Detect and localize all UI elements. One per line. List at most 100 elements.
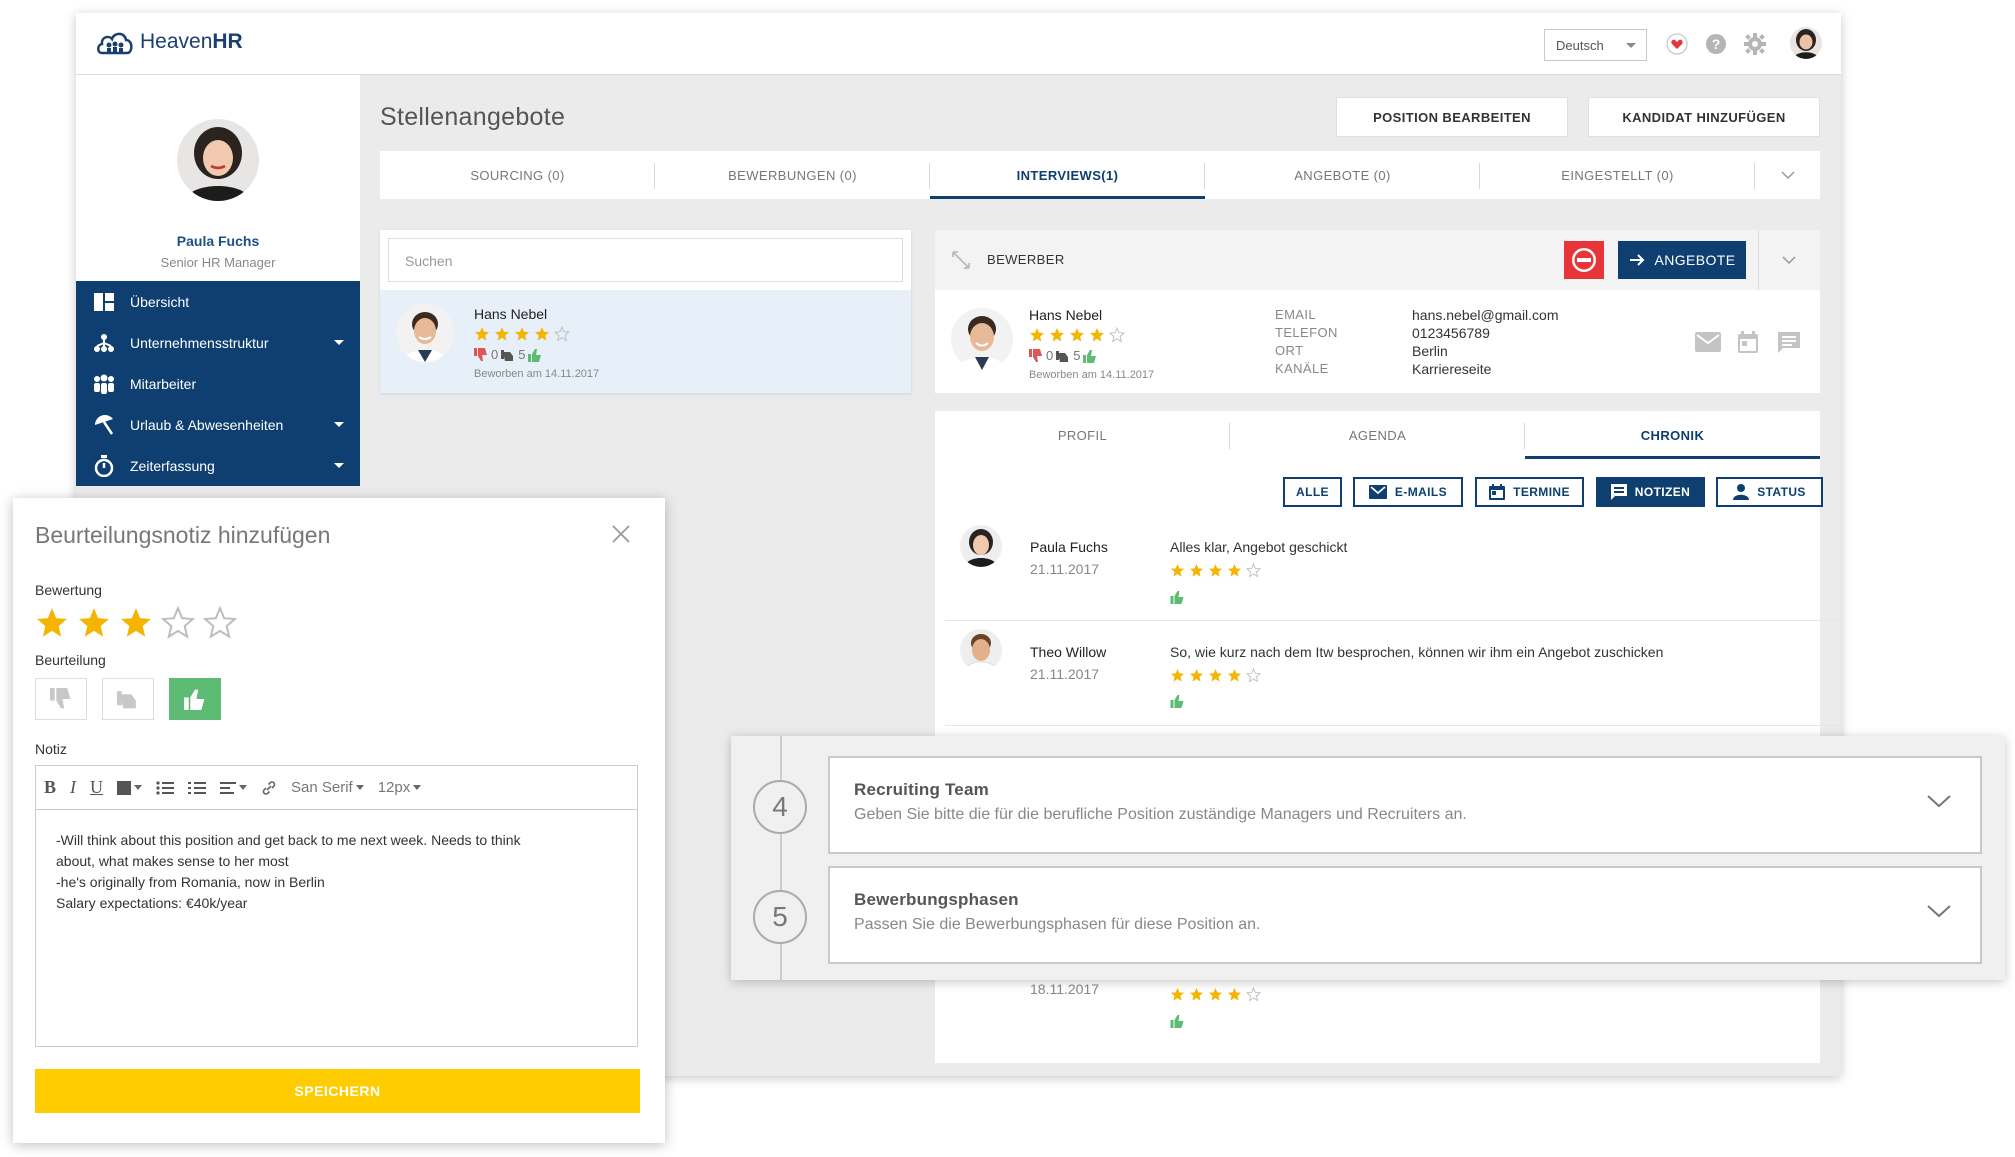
comment-icon[interactable] bbox=[1778, 332, 1800, 354]
step-recruiting-team[interactable]: Recruiting Team Geben Sie bitte die für … bbox=[828, 756, 1982, 854]
mail-icon[interactable] bbox=[1695, 332, 1721, 352]
gear-icon[interactable] bbox=[1744, 33, 1766, 55]
sidebar-item-label: Urlaub & Abwesenheiten bbox=[130, 416, 284, 433]
candidate-name: Hans Nebel bbox=[474, 306, 548, 322]
note-label: Notiz bbox=[35, 741, 67, 757]
tab-sourcing[interactable]: SOURCING (0) bbox=[380, 151, 655, 199]
star-filled-icon[interactable] bbox=[119, 606, 153, 640]
dashboard-icon bbox=[92, 290, 116, 314]
thumbs-up-icon bbox=[528, 348, 542, 362]
star-empty-icon[interactable] bbox=[161, 606, 195, 640]
candidate-list-item[interactable]: Hans Nebel 0 5 Beworben am 14.11.2017 bbox=[380, 290, 911, 393]
tab-agenda[interactable]: AGENDA bbox=[1230, 411, 1525, 459]
bullet-list-icon[interactable] bbox=[156, 780, 175, 795]
calendar-icon[interactable] bbox=[1738, 331, 1758, 353]
thumbs-down-button[interactable] bbox=[35, 678, 87, 720]
help-icon[interactable]: ? bbox=[1705, 33, 1727, 55]
entry-rating bbox=[1170, 987, 1261, 1002]
note-textarea[interactable]: -Will think about this position and get … bbox=[36, 810, 637, 934]
thumbs-down-icon bbox=[1029, 348, 1042, 362]
chevron-down-icon[interactable] bbox=[1926, 904, 1952, 918]
profile-role: Senior HR Manager bbox=[160, 255, 276, 270]
offers-button[interactable]: ANGEBOTE bbox=[1618, 241, 1746, 279]
font-family-select[interactable]: San Serif bbox=[291, 779, 364, 796]
expand-arrows-icon[interactable] bbox=[951, 250, 971, 270]
neutral-button[interactable] bbox=[102, 678, 154, 720]
underline-icon[interactable]: U bbox=[90, 777, 103, 798]
profile-card: Paula Fuchs Senior HR Manager bbox=[76, 75, 360, 281]
filter-appointments-button[interactable]: TERMINE bbox=[1475, 477, 1584, 507]
filter-notes-button[interactable]: NOTIZEN bbox=[1596, 477, 1705, 507]
numbered-list-icon[interactable] bbox=[188, 781, 207, 795]
tab-interviews[interactable]: INTERVIEWS(1) bbox=[930, 151, 1205, 199]
star-empty-icon bbox=[554, 326, 570, 342]
font-size-select[interactable]: 12px bbox=[378, 779, 422, 796]
dialog-title: Beurteilungsnotiz hinzufügen bbox=[35, 522, 331, 548]
candidate-votes: 0 5 bbox=[474, 347, 542, 362]
tab-chronicle[interactable]: CHRONIK bbox=[1525, 411, 1820, 459]
align-icon[interactable] bbox=[220, 781, 248, 795]
sidebar-item-org-structure[interactable]: Unternehmensstruktur bbox=[76, 322, 360, 363]
assessment-label: Beurteilung bbox=[35, 652, 106, 668]
people-icon bbox=[92, 372, 116, 396]
detail-tabs: PROFIL AGENDA CHRONIK bbox=[935, 411, 1820, 459]
language-select[interactable]: Deutsch bbox=[1544, 29, 1647, 61]
close-icon[interactable] bbox=[611, 524, 631, 544]
thumbs-up-icon bbox=[1170, 1014, 1185, 1028]
add-candidate-button[interactable]: KANDIDAT HINZUFÜGEN bbox=[1588, 97, 1820, 137]
phone-label: TELEFON bbox=[1275, 325, 1338, 340]
step-subtitle: Passen Sie die Bewerbungsphasen für dies… bbox=[854, 916, 1261, 933]
step-application-phases[interactable]: Bewerbungsphasen Passen Sie die Bewerbun… bbox=[828, 866, 1982, 964]
italic-icon[interactable]: I bbox=[70, 777, 76, 798]
tab-applications[interactable]: BEWERBUNGEN (0) bbox=[655, 151, 930, 199]
star-filled-icon[interactable] bbox=[77, 606, 111, 640]
filter-emails-button[interactable]: E-MAILS bbox=[1353, 477, 1463, 507]
sidebar-item-overview[interactable]: Übersicht bbox=[76, 281, 360, 322]
step-subtitle: Geben Sie bitte die für die berufliche P… bbox=[854, 806, 1467, 823]
tab-hired[interactable]: EINGESTELLT (0) bbox=[1480, 151, 1755, 199]
heavenhr-logo[interactable]: HeavenHR bbox=[96, 29, 243, 55]
entry-avatar bbox=[960, 525, 1002, 567]
chevron-down-icon[interactable] bbox=[1755, 151, 1820, 199]
candidate-votes: 0 5 bbox=[1029, 348, 1097, 363]
text-color-icon[interactable] bbox=[117, 780, 143, 795]
email-label: EMAIL bbox=[1275, 307, 1317, 322]
star-empty-icon bbox=[1246, 563, 1261, 578]
user-avatar[interactable] bbox=[1790, 27, 1822, 59]
search-input[interactable]: Suchen bbox=[388, 238, 903, 282]
rating-stars-input[interactable] bbox=[35, 606, 237, 640]
star-empty-icon bbox=[1246, 668, 1261, 683]
edit-position-button[interactable]: POSITION BEARBEITEN bbox=[1336, 97, 1568, 137]
sidebar-item-employees[interactable]: Mitarbeiter bbox=[76, 363, 360, 404]
phone-value[interactable]: 0123456789 bbox=[1412, 324, 1490, 342]
tab-profile[interactable]: PROFIL bbox=[935, 411, 1230, 459]
thumbs-up-button[interactable] bbox=[169, 678, 221, 720]
star-filled-icon bbox=[1208, 563, 1223, 577]
language-value: Deutsch bbox=[1556, 38, 1604, 53]
org-structure-icon bbox=[92, 331, 116, 355]
chevron-down-icon[interactable] bbox=[1781, 255, 1797, 265]
rating-label: Bewertung bbox=[35, 582, 102, 598]
star-filled-icon bbox=[475, 327, 489, 341]
reject-button[interactable] bbox=[1564, 241, 1604, 279]
star-filled-icon[interactable] bbox=[35, 606, 69, 640]
caret-down-icon bbox=[334, 463, 344, 468]
candidate-name: Hans Nebel bbox=[1029, 307, 1103, 323]
chevron-down-icon[interactable] bbox=[1926, 794, 1952, 808]
link-icon[interactable] bbox=[261, 780, 277, 796]
sidebar-item-vacation[interactable]: Urlaub & Abwesenheiten bbox=[76, 404, 360, 445]
sidebar-item-time-tracking[interactable]: Zeiterfassung bbox=[76, 445, 360, 486]
filter-status-button[interactable]: STATUS bbox=[1716, 477, 1823, 507]
save-button[interactable]: SPEICHERN bbox=[35, 1069, 640, 1113]
email-value[interactable]: hans.nebel@gmail.com bbox=[1412, 306, 1559, 324]
filter-all-button[interactable]: ALLE bbox=[1283, 477, 1342, 507]
candidate-rating bbox=[1029, 327, 1125, 343]
bold-icon[interactable]: B bbox=[44, 777, 56, 798]
applied-date: Beworben am 14.11.2017 bbox=[474, 368, 600, 380]
heart-icon[interactable] bbox=[1666, 33, 1688, 55]
tab-offers[interactable]: ANGEBOTE (0) bbox=[1205, 151, 1480, 199]
star-empty-icon[interactable] bbox=[203, 606, 237, 640]
channels-value: Karriereseite bbox=[1412, 361, 1492, 377]
beach-umbrella-icon bbox=[92, 413, 116, 437]
assessment-note-dialog: Beurteilungsnotiz hinzufügen Bewertung B… bbox=[13, 498, 665, 1143]
